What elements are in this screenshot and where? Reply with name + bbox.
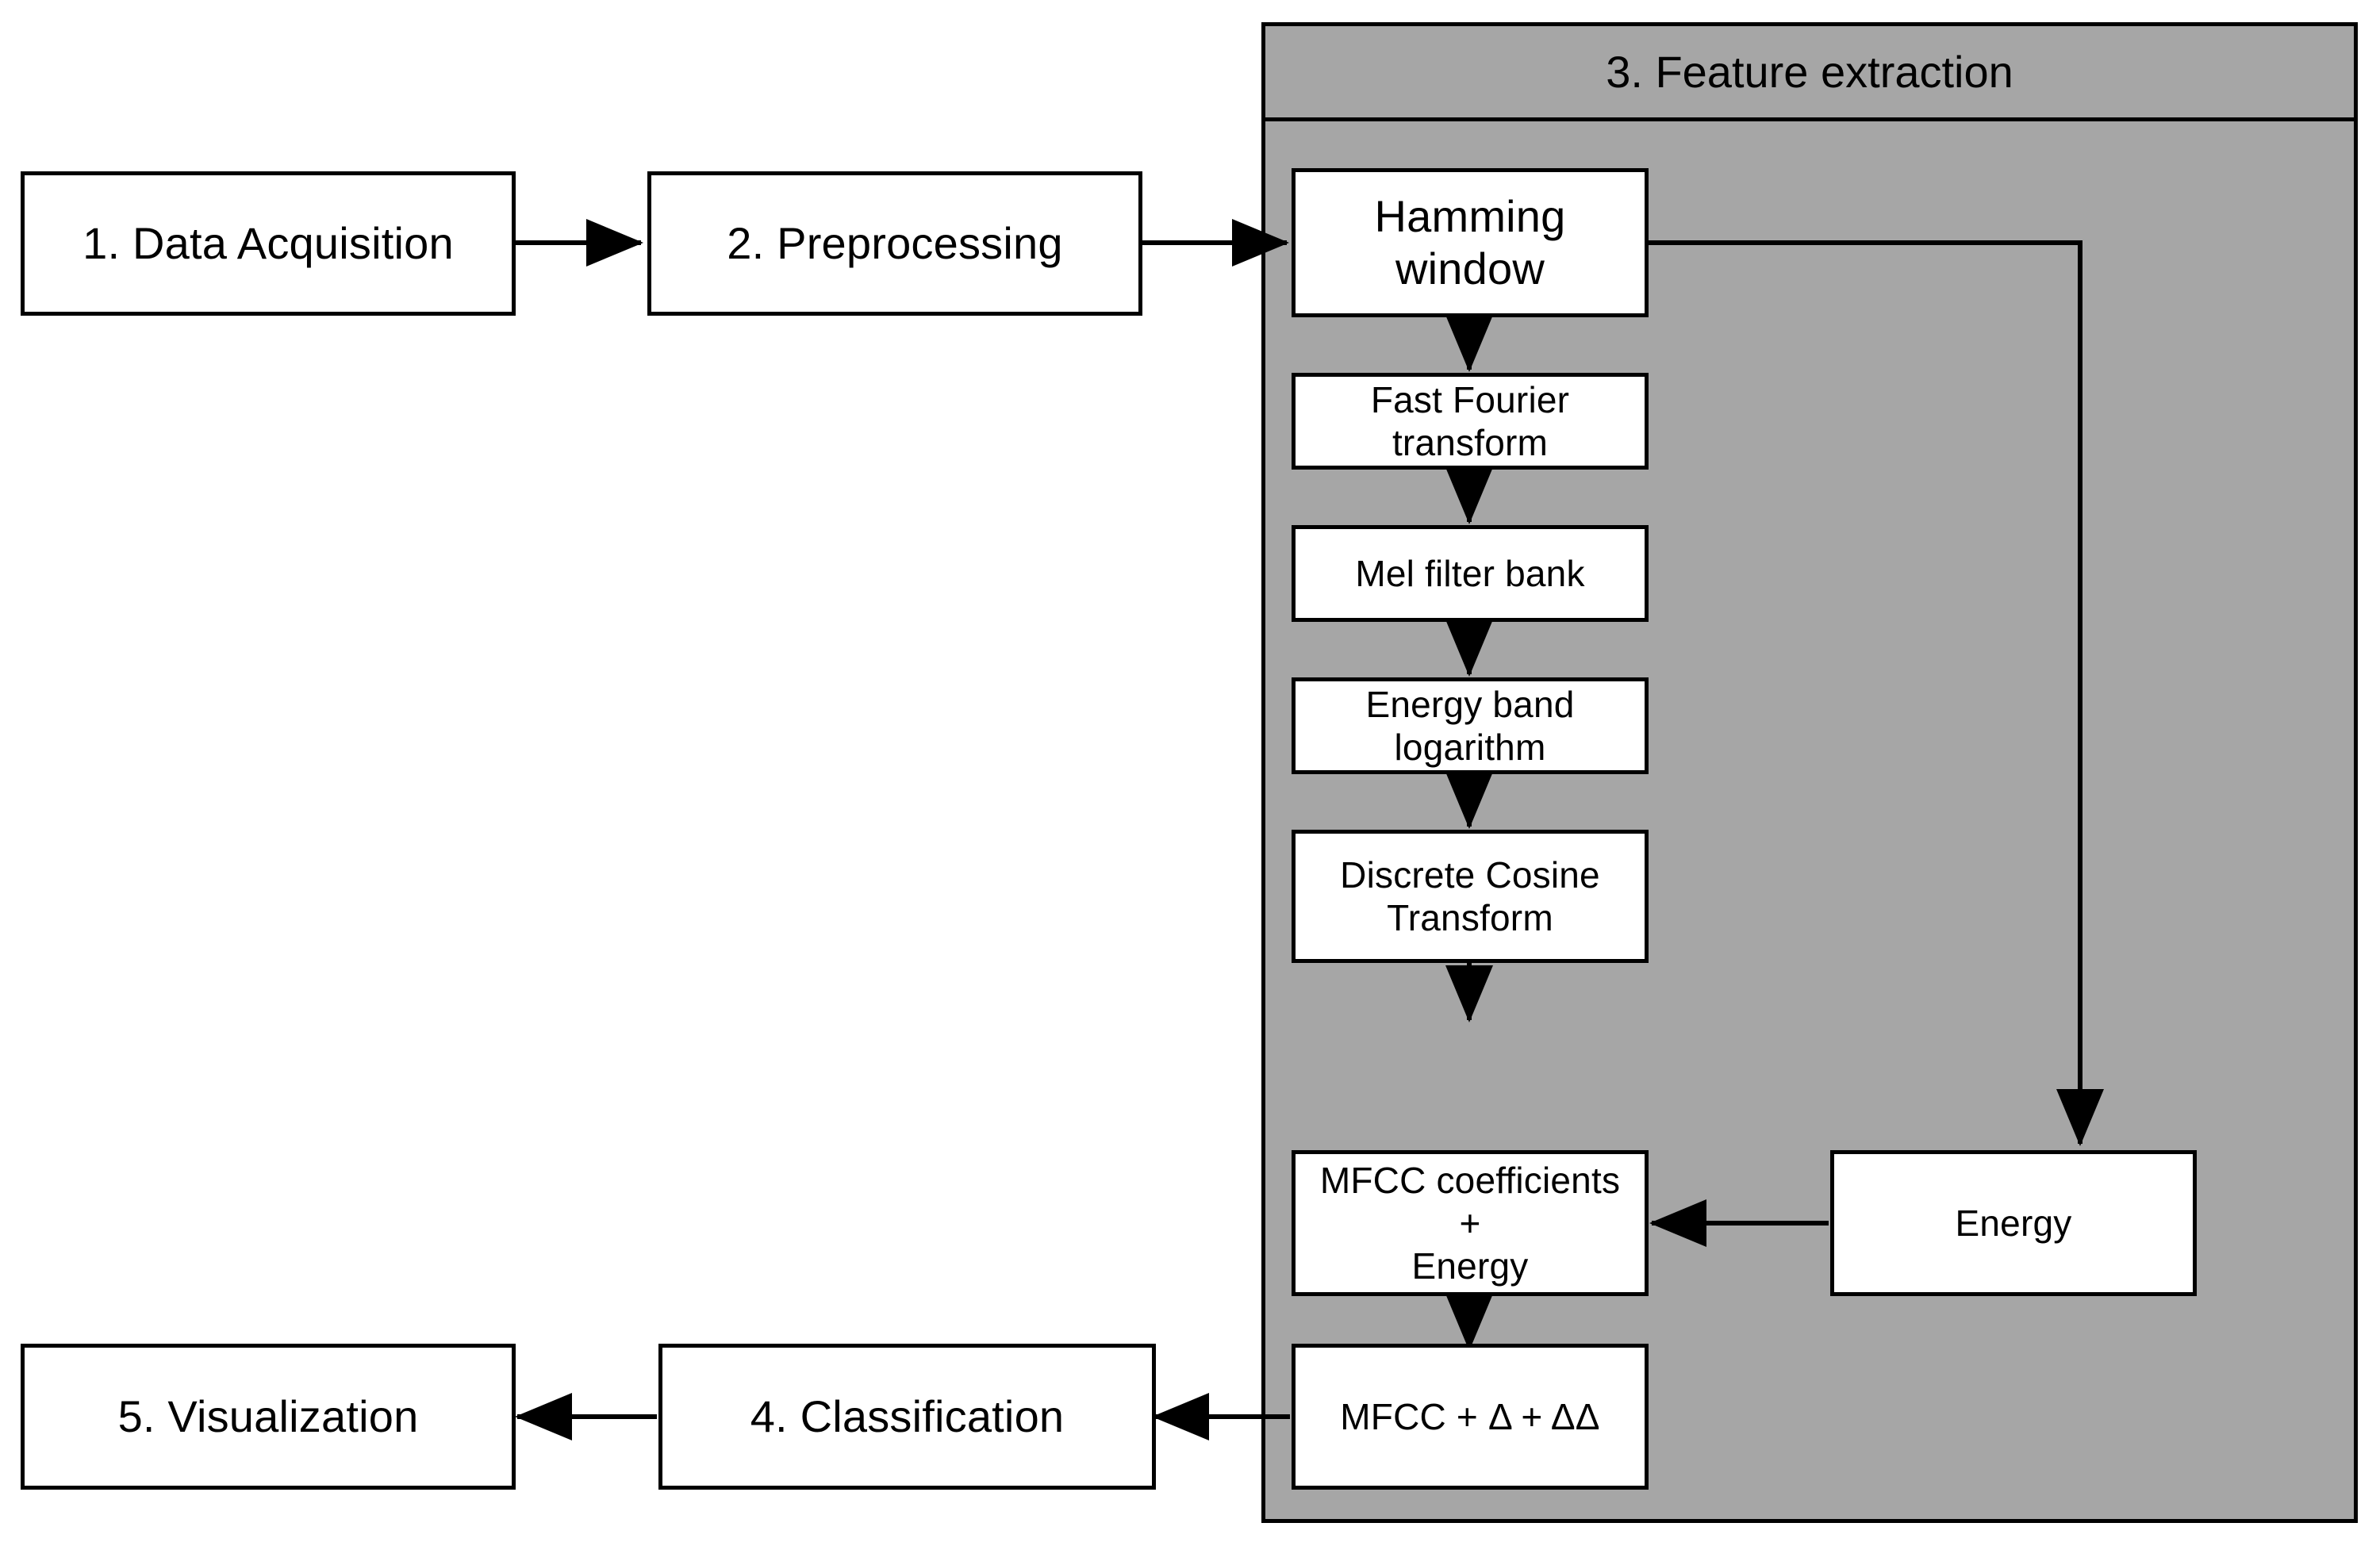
node-classification-label: 4. Classification [750,1390,1065,1441]
node-visualization[interactable]: 5. Visualization [21,1344,516,1490]
node-preprocessing[interactable]: 2. Preprocessing [647,171,1142,316]
node-energy-band-logarithm-label: Energy band logarithm [1365,683,1575,768]
node-discrete-cosine-transform[interactable]: Discrete Cosine Transform [1292,830,1649,963]
node-fast-fourier-transform-label: Fast Fourier transform [1370,378,1570,463]
node-mel-filter-bank[interactable]: Mel filter bank [1292,525,1649,622]
node-mel-filter-bank-label: Mel filter bank [1355,552,1585,594]
node-preprocessing-label: 2. Preprocessing [727,217,1063,268]
edge-hamming-window-to-energy [1647,240,2104,1146]
node-data-acquisition-label: 1. Data Acquisition [83,217,454,268]
node-data-acquisition[interactable]: 1. Data Acquisition [21,171,516,316]
node-discrete-cosine-transform-label: Discrete Cosine Transform [1340,853,1600,938]
node-hamming-window[interactable]: Hamming window [1292,168,1649,317]
node-energy[interactable]: Energy [1830,1150,2197,1296]
node-mfcc-coefficients-energy-label: MFCC coefficients + Energy [1319,1159,1621,1287]
node-energy-band-logarithm[interactable]: Energy band logarithm [1292,677,1649,774]
node-energy-label: Energy [1955,1202,2072,1244]
node-mfcc-deltas-label: MFCC + Δ + ΔΔ [1340,1395,1600,1437]
node-mfcc-coefficients-energy[interactable]: MFCC coefficients + Energy [1292,1150,1649,1296]
node-hamming-window-label: Hamming window [1374,190,1566,293]
node-fast-fourier-transform[interactable]: Fast Fourier transform [1292,373,1649,470]
flowchart-diagram: 3. Feature extraction 1. Data Acquisitio… [0,0,2380,1542]
node-classification[interactable]: 4. Classification [658,1344,1156,1490]
node-visualization-label: 5. Visualization [117,1390,419,1441]
node-mfcc-deltas[interactable]: MFCC + Δ + ΔΔ [1292,1344,1649,1490]
